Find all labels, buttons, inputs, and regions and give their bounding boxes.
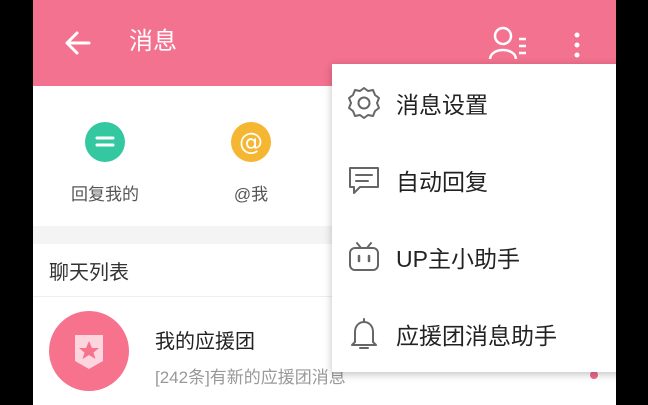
overflow-menu: 消息设置 自动回复 UP主小助手 应援团消息助手 bbox=[332, 64, 616, 372]
more-vertical-icon[interactable] bbox=[567, 30, 587, 60]
bell-icon bbox=[351, 318, 377, 349]
svg-text:@: @ bbox=[239, 128, 263, 156]
gear-icon bbox=[348, 87, 380, 119]
reply-me-label: 回复我的 bbox=[71, 185, 139, 204]
mention-me-action[interactable]: @ @我 bbox=[196, 122, 306, 205]
chat-name: 我的应援团 bbox=[155, 331, 255, 353]
contacts-icon[interactable] bbox=[488, 25, 530, 61]
tv-icon bbox=[349, 242, 379, 271]
menu-item-label: 消息设置 bbox=[396, 92, 488, 118]
chat-list-title: 聊天列表 bbox=[49, 262, 129, 284]
menu-item-label: UP主小助手 bbox=[396, 246, 520, 272]
menu-item-message-settings[interactable]: 消息设置 bbox=[332, 64, 616, 141]
menu-item-label: 自动回复 bbox=[396, 169, 488, 195]
menu-item-fan-group-assistant[interactable]: 应援团消息助手 bbox=[332, 295, 616, 372]
shield-star-icon bbox=[75, 335, 103, 369]
menu-item-up-assistant[interactable]: UP主小助手 bbox=[332, 218, 616, 295]
reply-me-action[interactable]: 回复我的 bbox=[50, 122, 160, 205]
menu-item-auto-reply[interactable]: 自动回复 bbox=[332, 141, 616, 218]
at-icon: @ bbox=[231, 122, 271, 162]
messages-screen: 消息 回复我的 @ @我 聊天列表 我的应援团 [242条]有新的应援团消息 消… bbox=[33, 0, 616, 405]
page-title: 消息 bbox=[129, 28, 177, 55]
menu-item-label: 应援团消息助手 bbox=[396, 323, 557, 349]
back-arrow-icon[interactable] bbox=[63, 28, 93, 58]
reply-bubble-icon bbox=[85, 122, 125, 162]
unread-dot bbox=[590, 371, 598, 379]
chat-preview: [242条]有新的应援团消息 bbox=[155, 368, 346, 387]
avatar bbox=[49, 311, 129, 391]
chat-bubble-icon bbox=[349, 167, 379, 194]
mention-me-label: @我 bbox=[233, 185, 269, 204]
